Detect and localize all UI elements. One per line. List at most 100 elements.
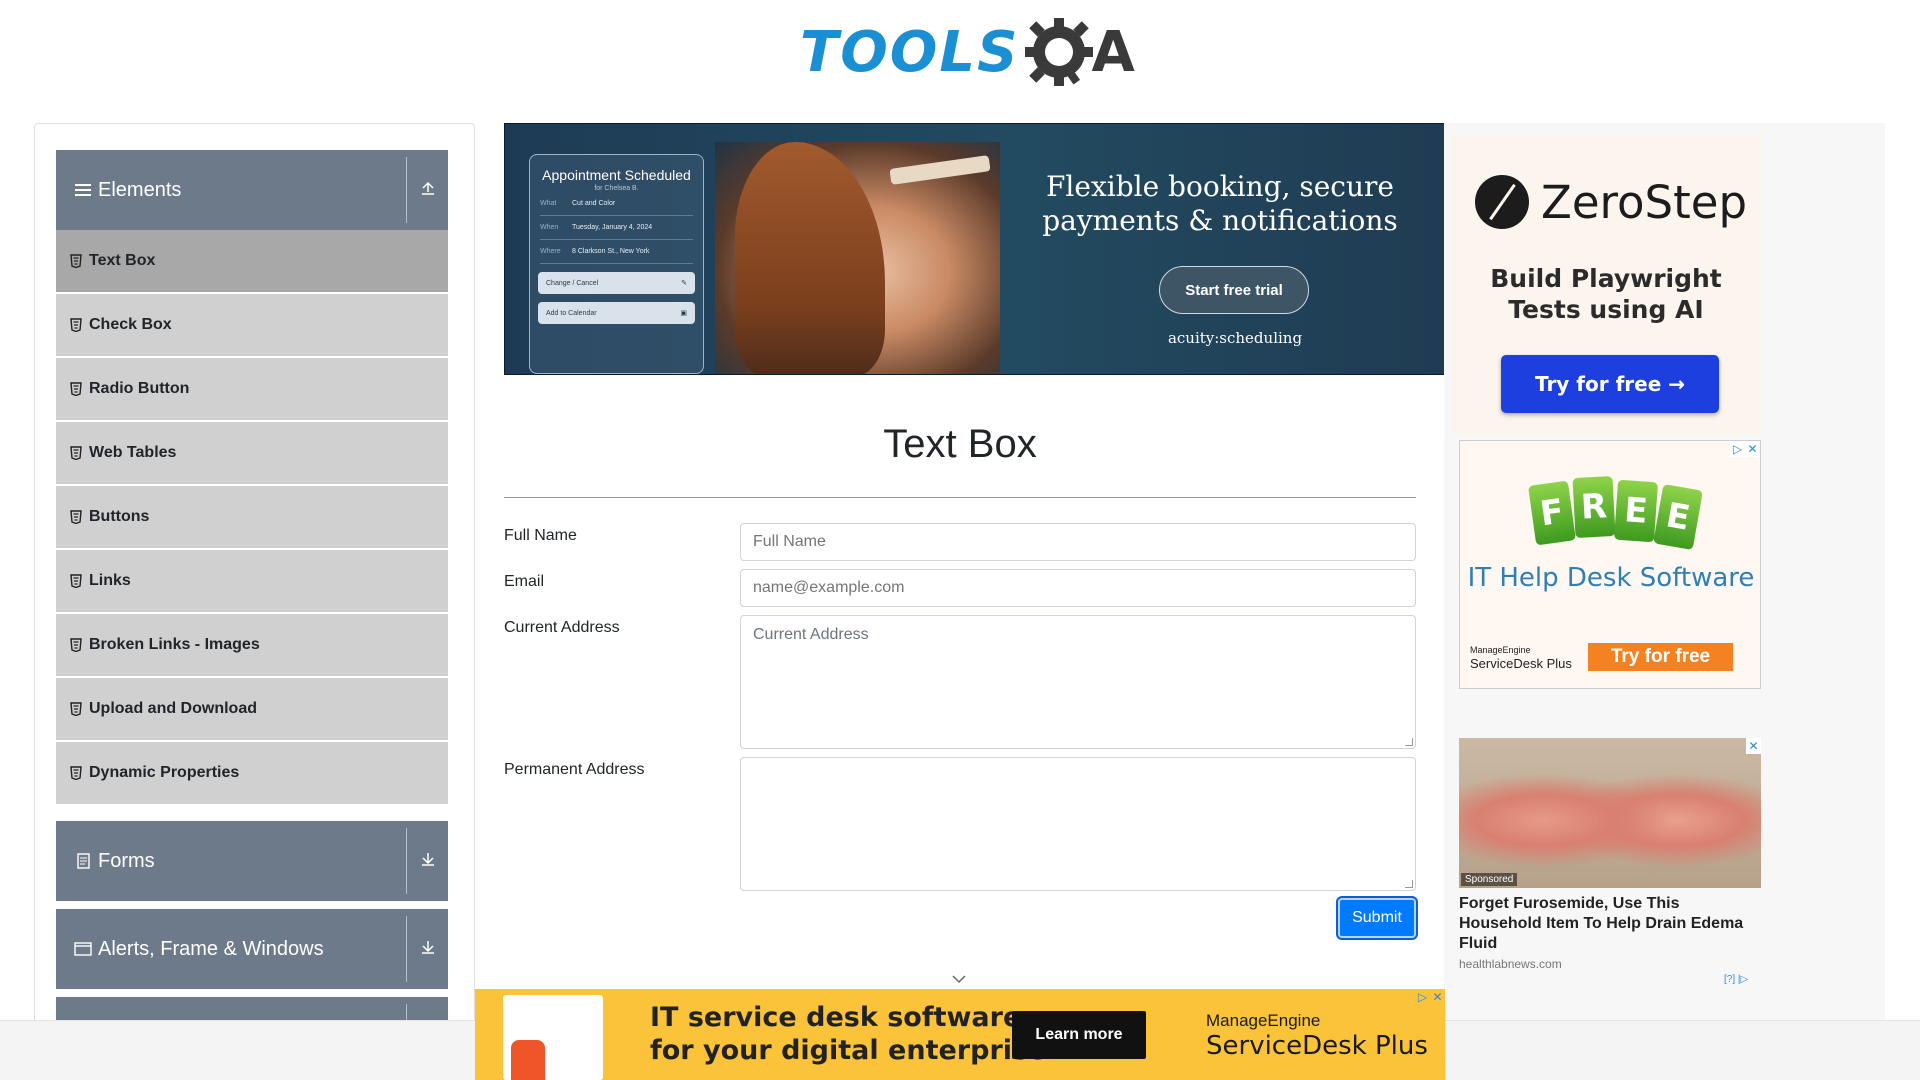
current-address-placeholder: Current Address	[753, 626, 869, 643]
sidebar-item-label: Links	[89, 572, 131, 589]
html-icon	[70, 574, 82, 589]
email-label: Email	[504, 573, 545, 590]
window-icon	[74, 940, 92, 958]
article-source: healthlabnews.com	[1459, 957, 1562, 971]
helpdesk-brand: ManageEngine ServiceDesk Plus	[1470, 645, 1572, 671]
download-arrow-icon	[420, 851, 436, 872]
permanent-address-label: Permanent Address	[504, 761, 645, 778]
sidebar-item-dynamic-properties[interactable]: Dynamic Properties	[56, 742, 448, 804]
left-sidebar: Elements Text Box Check Box Radio Button…	[34, 123, 475, 1043]
group-label-alerts: Alerts, Frame & Windows	[56, 938, 406, 961]
ad-close[interactable]: ▷ ✕	[1730, 441, 1760, 457]
bottom-ad-brand: ManageEngine ServiceDesk Plus	[1206, 1011, 1428, 1061]
adchoices-icon[interactable]: [?] |▷	[1724, 974, 1748, 985]
html-icon	[70, 702, 82, 717]
html-icon	[70, 254, 82, 269]
add-calendar-button: Add to Calendar ▣	[538, 302, 695, 324]
change-cancel-button: Change / Cancel ✎	[538, 272, 695, 294]
group-title: Elements	[98, 178, 182, 201]
sidebar-item-broken-links[interactable]: Broken Links - Images	[56, 614, 448, 676]
html-icon	[70, 510, 82, 525]
appointment-row: Where 8 Clarkson St., New York	[540, 240, 693, 264]
free-tag: R	[1572, 475, 1616, 539]
download-arrow-icon	[420, 939, 436, 960]
sidebar-item-web-tables[interactable]: Web Tables	[56, 422, 448, 484]
collapse-up-icon	[420, 180, 436, 201]
current-address-label: Current Address	[504, 619, 620, 636]
sidebar-item-links[interactable]: Links	[56, 550, 448, 612]
appointment-title: Appointment Scheduled	[542, 167, 691, 183]
learn-more-button[interactable]: Learn more	[1012, 1011, 1146, 1059]
html-icon	[70, 638, 82, 653]
helpdesk-illustration	[503, 995, 603, 1080]
document-icon	[74, 852, 92, 870]
sidebar-item-text-box[interactable]: Text Box	[56, 230, 448, 292]
sidebar-item-label: Dynamic Properties	[89, 764, 240, 781]
divider	[504, 497, 1416, 498]
zerostep-name: ZeroStep	[1541, 175, 1748, 229]
sponsored-article-ad[interactable]: Sponsored ✕ Forget Furosemide, Use This …	[1459, 738, 1761, 973]
acuity-ad-banner[interactable]: Appointment Scheduled for Chelsea B. Wha…	[504, 123, 1445, 375]
ad-close[interactable]: ✕	[1746, 738, 1761, 754]
sidebar-item-buttons[interactable]: Buttons	[56, 486, 448, 548]
free-tag: E	[1653, 483, 1703, 551]
sidebar-item-label: Broken Links - Images	[89, 636, 260, 653]
html-icon	[70, 382, 82, 397]
logo-text: TOOLS	[800, 19, 1020, 85]
group-title: Forms	[98, 849, 155, 872]
pencil-icon: ✎	[681, 280, 687, 287]
expand-toggle[interactable]	[406, 828, 448, 894]
sidebar-item-label: Buttons	[89, 508, 150, 525]
resize-handle[interactable]	[1405, 738, 1413, 746]
group-header-elements[interactable]: Elements	[56, 150, 448, 230]
resize-handle[interactable]	[1405, 880, 1413, 888]
chevron-down-icon[interactable]	[950, 970, 968, 988]
appointment-sub: for Chelsea B.	[594, 185, 639, 192]
sidebar-item-radio-button[interactable]: Radio Button	[56, 358, 448, 420]
zerostep-ad[interactable]: ZeroStep Build Playwright Tests using AI…	[1451, 135, 1761, 435]
group-header-alerts[interactable]: Alerts, Frame & Windows	[56, 909, 448, 989]
current-address-textarea[interactable]: Current Address	[740, 615, 1416, 749]
article-headline[interactable]: Forget Furosemide, Use This Household It…	[1459, 894, 1761, 954]
ad-brand: acuity:scheduling	[1167, 329, 1303, 347]
ad-close[interactable]: ▷ ✕	[1415, 989, 1445, 1005]
sponsored-badge: Sponsored	[1461, 873, 1518, 886]
adchoices-icon: ▷	[1415, 989, 1430, 1005]
zerostep-logo-icon	[1475, 175, 1529, 229]
sidebar-item-label: Web Tables	[89, 444, 177, 461]
woman-photo	[715, 142, 1000, 374]
email-input[interactable]	[740, 569, 1416, 607]
close-icon: ✕	[1745, 441, 1760, 457]
logo-text-a: A	[1091, 19, 1135, 85]
free-tag: E	[1613, 479, 1659, 543]
html-icon	[70, 318, 82, 333]
sidebar-item-label: Upload and Download	[89, 700, 257, 717]
helpdesk-try-button[interactable]: Try for free	[1588, 643, 1733, 671]
permanent-address-textarea[interactable]	[740, 757, 1416, 891]
appointment-card: Appointment Scheduled for Chelsea B. Wha…	[529, 154, 704, 374]
group-label-elements: Elements	[56, 179, 406, 202]
try-for-free-button[interactable]: Try for free →	[1501, 355, 1719, 413]
group-title: Alerts, Frame & Windows	[98, 937, 324, 960]
gear-icon	[1023, 16, 1095, 88]
group-header-forms[interactable]: Forms	[56, 821, 448, 901]
free-tag: F	[1528, 480, 1576, 546]
collapse-toggle[interactable]	[406, 157, 448, 223]
sidebar-item-label: Text Box	[89, 252, 156, 269]
servicedesk-bottom-ad[interactable]: ▷ ✕ IT service desk software for your dig…	[475, 989, 1445, 1080]
adchoices-icon: ▷	[1730, 441, 1745, 457]
helpdesk-ad[interactable]: ▷ ✕ F R E E IT Help Desk Software ManageE…	[1459, 440, 1761, 689]
expand-toggle[interactable]	[406, 916, 448, 982]
submit-button[interactable]: Submit	[1338, 898, 1416, 938]
full-name-input[interactable]	[740, 523, 1416, 561]
full-name-label: Full Name	[504, 527, 577, 544]
start-free-trial-button[interactable]: Start free trial	[1159, 266, 1309, 314]
calendar-icon: ▣	[680, 310, 687, 317]
sidebar-item-check-box[interactable]: Check Box	[56, 294, 448, 356]
person-illustration	[511, 1040, 545, 1080]
ad-headline: Flexible booking, secure payments & noti…	[1042, 170, 1398, 237]
close-icon: ✕	[1430, 989, 1445, 1005]
toolsqa-logo[interactable]: TOOLS A	[800, 14, 1135, 90]
comb-image	[889, 155, 991, 185]
sidebar-item-upload-download[interactable]: Upload and Download	[56, 678, 448, 740]
